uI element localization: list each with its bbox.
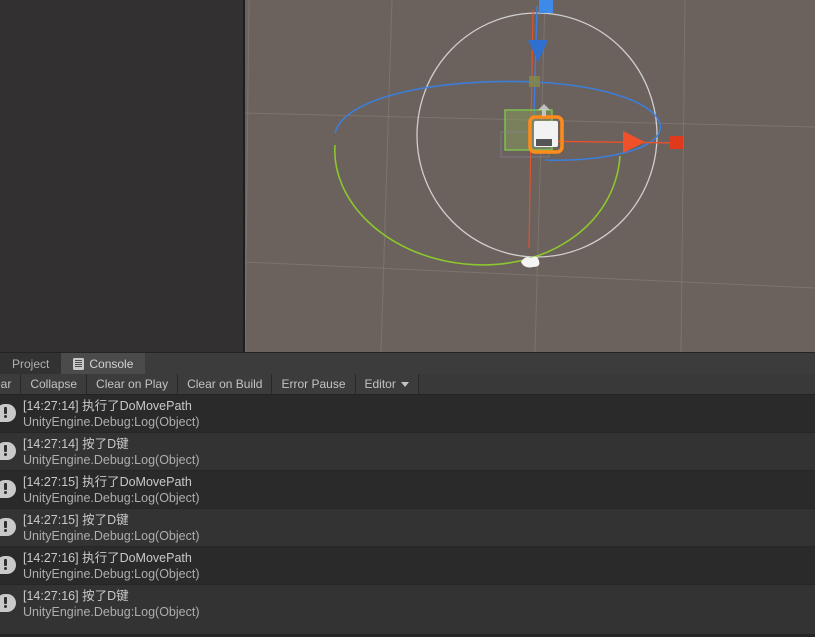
error-pause-label: Error Pause — [281, 377, 346, 391]
log-entry-message: [14:27:15] 按了D键 — [23, 513, 129, 527]
bottom-node-marker[interactable] — [521, 256, 540, 268]
log-entry-row[interactable]: [14:27:15] 执行了DoMovePath UnityEngine.Debu… — [0, 471, 815, 509]
log-entry-text: [14:27:16] 按了D键 UnityEngine.Debug:Log(Obj… — [23, 588, 200, 620]
log-info-icon — [0, 402, 18, 426]
error-pause-button[interactable]: Error Pause — [272, 374, 356, 394]
log-entry-message: [14:27:14] 执行了DoMovePath — [23, 399, 192, 413]
log-entry-row[interactable]: [14:27:16] 按了D键 UnityEngine.Debug:Log(Obj… — [0, 585, 815, 621]
child-object-marker[interactable] — [529, 76, 540, 87]
collapse-button-label: Collapse — [30, 377, 78, 391]
panel-tab-strip: Project Console — [0, 352, 815, 375]
log-entry-stacktrace: UnityEngine.Debug:Log(Object) — [23, 605, 200, 619]
tab-project-label: Project — [12, 357, 50, 371]
console-list-icon — [73, 358, 84, 370]
log-entry-message: [14:27:14] 按了D键 — [23, 437, 129, 451]
left-panel[interactable] — [0, 0, 245, 352]
tab-console[interactable]: Console — [61, 353, 146, 375]
unity-editor-window: Project Console ear Collapse Clear on Pl… — [0, 0, 815, 637]
scene-viewport[interactable] — [245, 0, 815, 352]
top-area — [0, 0, 815, 352]
y-rotation-ring[interactable] — [334, 80, 661, 162]
clear-on-play-label: Clear on Play — [96, 377, 169, 391]
log-entry-text: [14:27:14] 按了D键 UnityEngine.Debug:Log(Obj… — [23, 436, 200, 468]
log-entry-text: [14:27:15] 执行了DoMovePath UnityEngine.Debu… — [23, 474, 200, 506]
chevron-down-icon — [400, 381, 409, 387]
sprite-shadow-band — [536, 139, 552, 146]
clear-button[interactable]: ear — [0, 374, 22, 394]
log-info-icon — [0, 592, 18, 616]
z-rotation-ring[interactable] — [334, 144, 621, 266]
scene-render — [245, 0, 815, 352]
tab-project[interactable]: Project — [0, 353, 62, 375]
log-info-icon — [0, 478, 18, 502]
log-entry-text: [14:27:15] 按了D键 UnityEngine.Debug:Log(Obj… — [23, 512, 200, 544]
clear-on-play-button[interactable]: Clear on Play — [87, 374, 179, 394]
log-entry-row[interactable]: [14:27:14] 按了D键 UnityEngine.Debug:Log(Obj… — [0, 433, 815, 471]
log-entry-text: [14:27:16] 执行了DoMovePath UnityEngine.Debu… — [23, 550, 200, 582]
log-entry-row[interactable]: [14:27:15] 按了D键 UnityEngine.Debug:Log(Obj… — [0, 509, 815, 547]
log-entry-stacktrace: UnityEngine.Debug:Log(Object) — [23, 453, 200, 467]
log-info-icon — [0, 516, 18, 540]
log-entry-stacktrace: UnityEngine.Debug:Log(Object) — [23, 567, 200, 581]
log-entry-message: [14:27:16] 按了D键 — [23, 589, 129, 603]
editor-dropdown-label: Editor — [364, 377, 396, 391]
y-axis-arrow[interactable] — [528, 40, 548, 62]
log-entry-row[interactable]: [14:27:16] 执行了DoMovePath UnityEngine.Debu… — [0, 547, 815, 585]
log-entry-stacktrace: UnityEngine.Debug:Log(Object) — [23, 491, 200, 505]
collapse-button[interactable]: Collapse — [21, 374, 88, 394]
log-entry-text: [14:27:14] 执行了DoMovePath UnityEngine.Debu… — [23, 398, 200, 430]
log-entry-stacktrace: UnityEngine.Debug:Log(Object) — [23, 415, 200, 429]
y-axis-handle[interactable] — [539, 0, 553, 13]
log-info-icon — [0, 554, 18, 578]
log-entry-message: [14:27:16] 执行了DoMovePath — [23, 551, 192, 565]
clear-button-label: ear — [0, 377, 12, 391]
clear-on-build-button[interactable]: Clear on Build — [178, 374, 273, 394]
log-entry-stacktrace: UnityEngine.Debug:Log(Object) — [23, 529, 200, 543]
editor-dropdown[interactable]: Editor — [355, 374, 419, 394]
toolbar-filler — [418, 374, 815, 394]
tab-console-label: Console — [89, 357, 134, 371]
x-axis-handle[interactable] — [670, 136, 683, 149]
log-entry-row[interactable]: [14:27:14] 执行了DoMovePath UnityEngine.Debu… — [0, 395, 815, 433]
console-toolbar: ear Collapse Clear on Play Clear on Buil… — [0, 374, 815, 395]
log-entry-message: [14:27:15] 执行了DoMovePath — [23, 475, 192, 489]
log-info-icon — [0, 440, 18, 464]
clear-on-build-label: Clear on Build — [187, 377, 263, 391]
console-log-list[interactable]: [14:27:14] 执行了DoMovePath UnityEngine.Debu… — [0, 395, 815, 621]
